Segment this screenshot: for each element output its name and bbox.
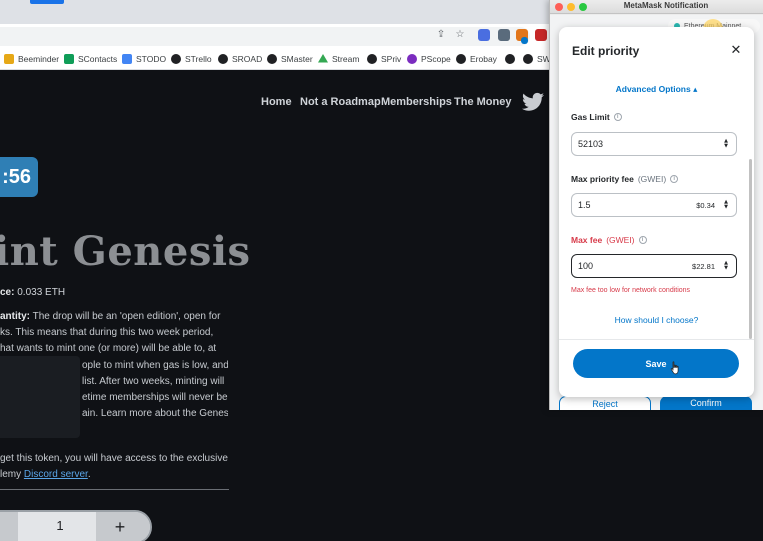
bookmark-erobay[interactable]: Erobay [456, 48, 497, 70]
nav-money[interactable]: The Money [454, 96, 511, 108]
bookmark-stodo[interactable]: STODO [122, 48, 166, 70]
how-to-choose-link[interactable]: How should I choose? [559, 315, 754, 325]
unit-label: (GWEI) [637, 174, 667, 184]
gas-limit-label: Gas Limit i [571, 112, 622, 122]
max-fee-input[interactable]: 100 $22.81 ▲ ▼ [571, 254, 737, 278]
bookmark-icon [505, 54, 515, 64]
max-fee-fiat: $22.81 [692, 261, 715, 271]
gas-limit-value: 52103 [578, 139, 604, 149]
stepper-arrows-icon[interactable]: ▲ ▼ [722, 139, 730, 149]
decrement-button[interactable] [0, 512, 18, 541]
bookmark-icon [171, 54, 181, 64]
confirm-button[interactable]: Confirm [660, 396, 752, 410]
token-line: get this token, you will have access to … [0, 453, 228, 464]
extension-badge-icon [521, 37, 528, 44]
address-bar[interactable] [0, 27, 530, 46]
token-line: lemy Discord server. [0, 469, 91, 480]
bookmark-pscope[interactable]: PScope [407, 48, 451, 70]
stepper-arrows-icon[interactable]: ▲ ▼ [722, 200, 730, 210]
increment-button[interactable]: + [96, 512, 150, 541]
bookmark-icon [367, 54, 377, 64]
info-icon[interactable]: i [613, 113, 622, 121]
max-fee-error: Max fee too low for network conditions [571, 287, 691, 294]
bookmark-sw[interactable]: SW [523, 48, 551, 70]
share-icon[interactable]: ⇪ [434, 27, 448, 41]
divider [559, 339, 754, 340]
advanced-options-toggle[interactable]: Advanced Options ▴ [559, 84, 754, 95]
max-priority-fee-fiat: $0.34 [696, 200, 715, 210]
desc-line: ks. This means that during this two week… [0, 327, 214, 339]
nav-roadmap[interactable]: Not a Roadmap [300, 96, 381, 108]
bookmark-scontacts[interactable]: SContacts [64, 48, 117, 70]
nav-memberships[interactable]: Memberships [381, 96, 452, 108]
metamask-window: MetaMask Notification Ethereum Mainnet R… [549, 0, 763, 410]
window-titlebar: MetaMask Notification [550, 0, 763, 14]
bookmark-icon [122, 54, 132, 64]
page-title: int Genesis [0, 228, 251, 275]
token-access-text: get this token, you will have access to … [0, 451, 232, 483]
bookmark-icon [523, 54, 533, 64]
divider [0, 489, 229, 490]
popover-title: Edit priority [572, 44, 640, 58]
bookmark-icon [267, 54, 277, 64]
gas-limit-input[interactable]: 52103 ▲ ▼ [571, 132, 737, 156]
bookmark-beeminder[interactable]: Beeminder [4, 48, 59, 70]
max-priority-fee-label: Max priority fee (GWEI) i [571, 174, 679, 184]
active-tab-indicator[interactable] [30, 0, 64, 4]
window-title: MetaMask Notification [623, 1, 709, 10]
edit-priority-popover: Edit priority ✕ Advanced Options ▴ Gas L… [559, 27, 754, 397]
max-priority-fee-value: 1.5 [578, 200, 591, 210]
drive-icon [318, 54, 328, 63]
info-icon[interactable]: i [638, 236, 647, 244]
unit-label: (GWEI) [606, 235, 635, 245]
bookmark-icon [4, 54, 14, 64]
bookmark-smaster[interactable]: SMaster [267, 48, 313, 70]
max-fee-label: Max fee (GWEI) i [571, 235, 647, 245]
price-line: ce: 0.033 ETH [0, 287, 65, 298]
bookmark-spriv[interactable]: SPriv [367, 48, 401, 70]
quantity-stepper: 1 + [0, 510, 152, 541]
desc-line: antity: The drop will be an 'open editio… [0, 311, 221, 322]
star-icon[interactable]: ☆ [453, 27, 467, 41]
discord-link[interactable]: Discord server [24, 469, 88, 480]
desc-label: antity: [0, 311, 30, 322]
twitter-icon[interactable] [522, 92, 544, 112]
countdown-value: :56 [2, 165, 31, 188]
nav-home[interactable]: Home [261, 96, 292, 108]
bookmark-icon [64, 54, 74, 64]
hand-cursor-icon [670, 361, 679, 375]
price-value: 0.033 ETH [17, 287, 66, 298]
bookmark-icon [456, 54, 466, 64]
bookmark-generic[interactable] [505, 48, 515, 70]
plus-icon: + [114, 516, 126, 537]
obscured-panel [0, 356, 80, 438]
bookmark-icon [218, 54, 228, 64]
max-priority-fee-input[interactable]: 1.5 $0.34 ▲ ▼ [571, 193, 737, 217]
bookmark-strello[interactable]: STrello [171, 48, 212, 70]
bookmark-stream[interactable]: Stream [318, 48, 359, 70]
bookmark-icon [407, 54, 417, 64]
quantity-value[interactable]: 1 [52, 518, 68, 533]
bookmark-sroad[interactable]: SROAD [218, 48, 262, 70]
max-fee-value: 100 [578, 261, 594, 271]
extension-icon[interactable] [478, 29, 490, 41]
extension-icon[interactable] [498, 29, 510, 41]
popover-scrollbar[interactable] [749, 159, 752, 339]
reject-button[interactable]: Reject [559, 396, 651, 410]
shield-icon[interactable] [535, 29, 547, 41]
countdown-badge: :56 [0, 157, 38, 197]
price-label: ce: [0, 287, 15, 298]
stepper-arrows-icon[interactable]: ▲ ▼ [722, 261, 730, 271]
save-button[interactable]: Save [573, 349, 739, 378]
close-icon[interactable]: ✕ [729, 43, 743, 58]
info-icon[interactable]: i [670, 175, 679, 183]
